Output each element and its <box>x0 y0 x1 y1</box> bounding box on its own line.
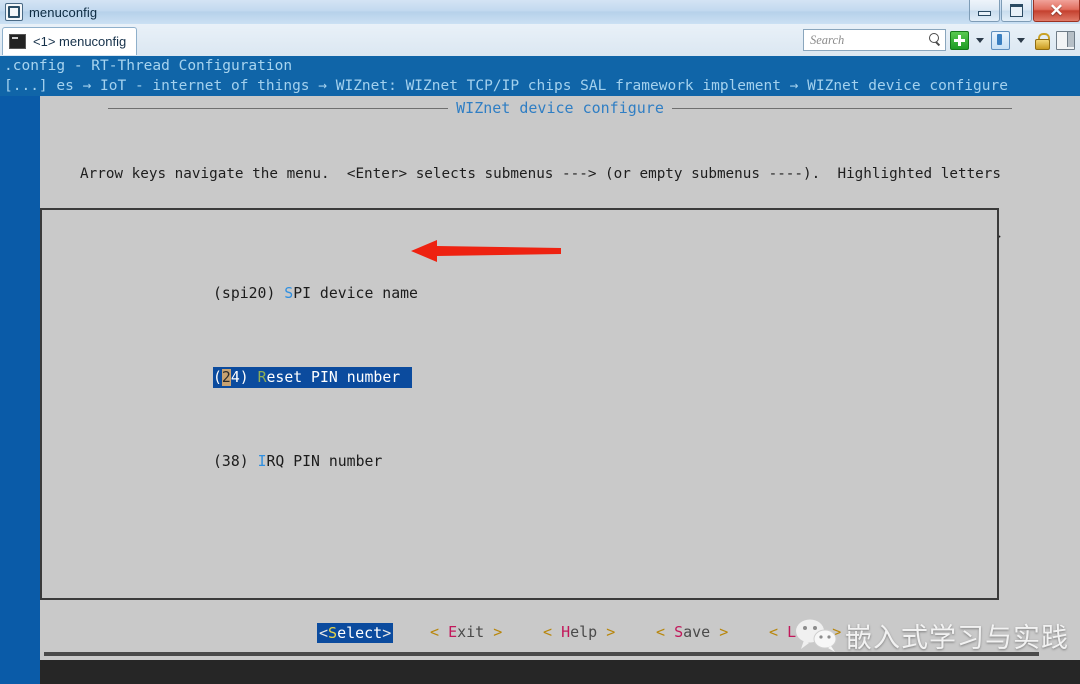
menu-item-label: PI device name <box>293 285 418 302</box>
bracket-close: > <box>493 623 503 641</box>
maximize-button[interactable] <box>1001 0 1032 22</box>
minimize-icon <box>978 11 991 16</box>
text-cursor: 2 <box>221 369 231 386</box>
breadcrumb-path-line: [...] es → IoT - internet of things → WI… <box>4 78 1008 94</box>
bracket-close: > <box>382 624 392 642</box>
menuconfig-terminal: WIZnet device configure Arrow keys navig… <box>40 96 1080 660</box>
tab-toolbar-strip: <1> menuconfig Search <box>0 24 1080 57</box>
split-panel-button[interactable] <box>1055 30 1076 51</box>
label: elect <box>337 624 383 642</box>
bracket-open: < <box>543 623 553 641</box>
menu-item-value-prefix: ( <box>213 369 222 386</box>
label: xit <box>457 623 485 641</box>
window-controls: ✕ <box>968 0 1080 24</box>
bracket-open: < <box>769 623 779 641</box>
menu-item-hotkey: R <box>257 369 267 386</box>
search-icon <box>928 33 942 47</box>
hotkey: H <box>561 623 571 641</box>
panel-icon <box>991 30 1010 50</box>
tab-label: <1> menuconfig <box>33 34 127 49</box>
menu-list: (spi20) SPI device name (24) Reset PIN n… <box>213 220 418 535</box>
menu-item-irq-pin-number[interactable]: (38) IRQ PIN number <box>213 451 412 472</box>
menu-panel: (spi20) SPI device name (24) Reset PIN n… <box>40 208 999 600</box>
help-button[interactable]: < Help > <box>543 623 615 641</box>
dialog-title-bar: WIZnet device configure <box>40 98 1080 118</box>
lock-button[interactable] <box>1031 30 1052 51</box>
label: oad <box>796 623 824 641</box>
select-button[interactable]: <Select> <box>317 623 394 643</box>
load-button[interactable]: < Load > <box>769 623 841 641</box>
menu-item-label: eset PIN number <box>266 369 401 386</box>
bracket-close: > <box>719 623 729 641</box>
exit-button[interactable]: < Exit > <box>430 623 502 641</box>
minimize-button[interactable] <box>969 0 1000 22</box>
menu-item-hotkey: S <box>284 285 294 302</box>
search-placeholder: Search <box>810 32 845 47</box>
bracket-close: > <box>606 623 616 641</box>
menu-item-value-suffix: 4) <box>230 369 249 386</box>
panel-button[interactable] <box>990 30 1011 51</box>
toolbar: Search <box>803 27 1076 53</box>
page-title: WIZnet device configure <box>456 99 664 117</box>
menu-item-spi-device-name[interactable]: (spi20) SPI device name <box>213 283 418 304</box>
bracket-open: < <box>319 624 329 642</box>
menu-item-value: (spi20) <box>213 285 276 302</box>
terminal-bottom-edge <box>44 652 1039 656</box>
split-panel-icon <box>1056 30 1075 50</box>
help-line-1: Arrow keys navigate the menu. <Enter> se… <box>80 166 1001 182</box>
close-button[interactable]: ✕ <box>1033 0 1080 22</box>
maximize-icon <box>1010 4 1023 17</box>
title-rule-left <box>108 107 449 109</box>
menu-item-reset-pin-number[interactable]: (24) Reset PIN number <box>213 367 412 388</box>
bracket-close: > <box>832 623 842 641</box>
breadcrumb-config-line: .config - RT-Thread Configuration <box>4 58 293 74</box>
app-root: menuconfig ✕ <1> menuconfig Search .conf… <box>0 0 1080 684</box>
save-button[interactable]: < Save > <box>656 623 728 641</box>
bracket-open: < <box>430 623 440 641</box>
annotation-arrow <box>411 240 561 262</box>
search-input[interactable]: Search <box>803 29 946 51</box>
terminal-icon <box>5 3 23 21</box>
button-bar: <Select> < Exit > < Help > < Save > < Lo… <box>40 620 1080 648</box>
desktop-left-strip <box>0 56 40 684</box>
hotkey: S <box>674 623 684 641</box>
label: ave <box>683 623 711 641</box>
menu-item-value: (38) <box>213 453 249 470</box>
desktop-bottom-band <box>0 660 1080 684</box>
window-title: menuconfig <box>29 4 98 20</box>
add-icon <box>950 30 969 50</box>
label: elp <box>570 623 598 641</box>
hotkey: L <box>787 623 797 641</box>
add-session-button[interactable] <box>949 30 970 51</box>
chevron-down-icon-add[interactable] <box>976 37 984 43</box>
breadcrumb: .config - RT-Thread Configuration [...] … <box>0 56 1080 96</box>
console-icon <box>9 34 26 49</box>
bracket-open: < <box>656 623 666 641</box>
menu-item-label: RQ PIN number <box>266 453 383 470</box>
title-rule-right <box>671 107 1012 109</box>
chevron-down-icon-panel[interactable] <box>1017 37 1025 43</box>
desktop-bottom-left <box>0 660 40 684</box>
lock-icon <box>1034 32 1050 50</box>
close-icon: ✕ <box>1049 1 1064 20</box>
hotkey: E <box>448 623 458 641</box>
tab-menuconfig[interactable]: <1> menuconfig <box>2 27 138 55</box>
window-titlebar: menuconfig ✕ <box>0 0 1080 25</box>
hotkey: S <box>328 624 338 642</box>
